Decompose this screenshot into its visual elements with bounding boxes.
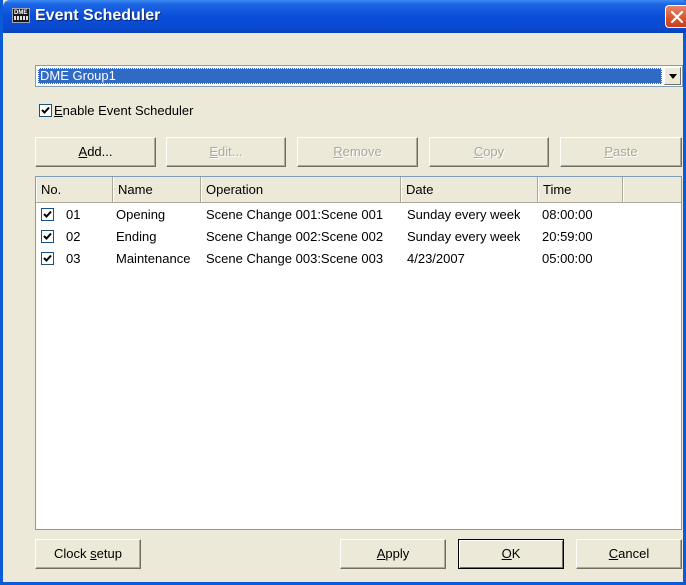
- row-no: 03: [66, 251, 81, 266]
- enable-scheduler-label[interactable]: Enable Event Scheduler: [54, 103, 193, 118]
- row-enable-checkbox[interactable]: [41, 208, 54, 221]
- row-time: 08:00:00: [542, 207, 593, 222]
- table-row[interactable]: 01 Opening Scene Change 001:Scene 001 Su…: [36, 204, 681, 226]
- column-header-operation[interactable]: Operation: [201, 177, 401, 202]
- row-no: 01: [66, 207, 81, 222]
- check-icon: [43, 232, 52, 240]
- clock-setup-button[interactable]: Clock setup: [35, 539, 141, 569]
- group-select-dropdown-button[interactable]: [664, 67, 681, 85]
- edit-button[interactable]: Edit...: [166, 137, 286, 167]
- row-date: 4/23/2007: [407, 251, 465, 266]
- column-header-time[interactable]: Time: [538, 177, 623, 202]
- chevron-down-icon: [669, 74, 677, 79]
- event-scheduler-dialog: DME Event Scheduler DME Group1 Enable Ev…: [0, 0, 686, 585]
- event-list[interactable]: No. Name Operation Date Time 01 Opening …: [35, 176, 682, 530]
- column-header-no[interactable]: No.: [36, 177, 113, 202]
- row-date: Sunday every week: [407, 207, 521, 222]
- apply-button[interactable]: Apply: [340, 539, 446, 569]
- title-bar[interactable]: DME Event Scheduler: [3, 0, 686, 33]
- event-list-header: No. Name Operation Date Time: [36, 177, 681, 203]
- column-header-date[interactable]: Date: [401, 177, 538, 202]
- copy-button[interactable]: Copy: [429, 137, 549, 167]
- row-name: Opening: [116, 207, 166, 222]
- row-operation: Scene Change 001:Scene 001: [206, 207, 384, 222]
- row-name: Maintenance: [116, 251, 191, 266]
- row-time: 20:59:00: [542, 229, 593, 244]
- row-enable-checkbox[interactable]: [41, 230, 54, 243]
- table-row[interactable]: 03 Maintenance Scene Change 003:Scene 00…: [36, 248, 681, 270]
- row-name: Ending: [116, 229, 157, 244]
- ok-button[interactable]: OK: [458, 539, 564, 569]
- close-icon: [671, 11, 683, 23]
- group-select-value: DME Group1: [38, 68, 662, 84]
- column-header-name[interactable]: Name: [113, 177, 201, 202]
- row-no: 02: [66, 229, 81, 244]
- cancel-button[interactable]: Cancel: [576, 539, 682, 569]
- remove-button[interactable]: Remove: [297, 137, 418, 167]
- table-row[interactable]: 02 Ending Scene Change 002:Scene 002 Sun…: [36, 226, 681, 248]
- column-header-filler: [623, 177, 681, 202]
- row-enable-checkbox[interactable]: [41, 252, 54, 265]
- row-operation: Scene Change 003:Scene 003: [206, 251, 384, 266]
- dme-app-icon: DME: [12, 8, 30, 23]
- row-time: 05:00:00: [542, 251, 593, 266]
- row-operation: Scene Change 002:Scene 002: [206, 229, 384, 244]
- paste-button[interactable]: Paste: [560, 137, 682, 167]
- add-button[interactable]: Add...: [35, 137, 156, 167]
- group-select[interactable]: DME Group1: [35, 65, 683, 87]
- check-icon: [41, 106, 50, 114]
- close-button[interactable]: [665, 5, 686, 28]
- row-date: Sunday every week: [407, 229, 521, 244]
- window-title: Event Scheduler: [35, 7, 161, 24]
- enable-scheduler-checkbox[interactable]: [39, 104, 52, 117]
- check-icon: [43, 254, 52, 262]
- check-icon: [43, 210, 52, 218]
